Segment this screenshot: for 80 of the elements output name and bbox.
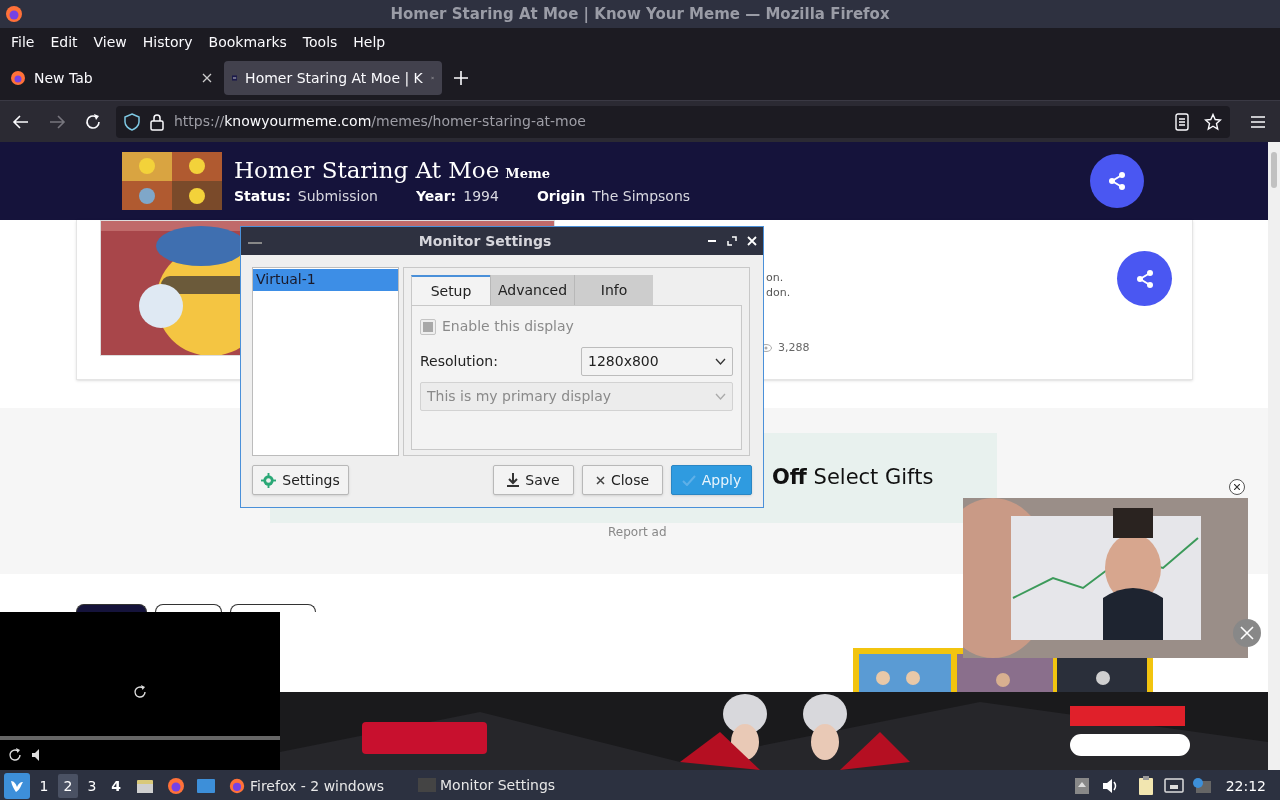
- share-button[interactable]: [1090, 154, 1144, 208]
- close-button[interactable]: Close: [582, 465, 663, 495]
- checkbox-label: Enable this display: [442, 317, 574, 336]
- reload-icon[interactable]: [8, 748, 22, 762]
- reload-icon[interactable]: [84, 112, 102, 131]
- resolution-label: Resolution:: [420, 352, 499, 371]
- back-icon[interactable]: [12, 112, 30, 131]
- menu-item[interactable]: View: [85, 31, 135, 53]
- maximize-icon[interactable]: [727, 236, 737, 246]
- taskbar-task[interactable]: Monitor Settings: [414, 770, 604, 800]
- meme-title: Homer Staring At Moe: [234, 155, 500, 184]
- menu-item[interactable]: Edit: [42, 31, 86, 53]
- menu-item[interactable]: Bookmarks: [200, 31, 295, 53]
- browser-tab[interactable]: Homer Staring At Moe | K: [224, 61, 442, 95]
- fact-label: Year:: [415, 186, 457, 206]
- bird-icon: [9, 778, 25, 794]
- menu-icon[interactable]: [1250, 114, 1266, 129]
- tab-label: Homer Staring At Moe | K: [245, 68, 423, 89]
- reload-icon[interactable]: [133, 685, 147, 699]
- speaker-icon[interactable]: [31, 748, 41, 762]
- scrollbar-thumb[interactable]: [1271, 152, 1277, 188]
- window-icon: [418, 778, 436, 792]
- file-manager-icon[interactable]: [136, 777, 154, 795]
- window-title: Homer Staring At Moe | Know Your Meme — Mozilla Firefox: [389, 3, 891, 25]
- clipboard-icon[interactable]: [1137, 776, 1154, 796]
- dialog-tab[interactable]: Setup: [411, 275, 490, 305]
- lock-icon[interactable]: [150, 112, 164, 131]
- dialog-tab[interactable]: Info: [574, 275, 653, 305]
- network-icon[interactable]: [1163, 777, 1184, 795]
- share-icon: [1107, 171, 1127, 191]
- ad-text: Off Select Gifts: [772, 464, 934, 492]
- menu-item[interactable]: Tools: [294, 31, 346, 53]
- save-button[interactable]: Save: [493, 465, 574, 495]
- firefox-icon[interactable]: [166, 776, 186, 796]
- share-icon: [1134, 268, 1155, 289]
- new-tab-icon[interactable]: [454, 71, 468, 85]
- clock: 22:12: [1225, 776, 1266, 796]
- description-text: don.: [766, 285, 791, 300]
- fact-value: Submission: [297, 186, 378, 206]
- resolution-dropdown[interactable]: 1280x800: [581, 347, 733, 376]
- description-text: on.: [766, 270, 785, 285]
- firefox-icon[interactable]: [4, 4, 24, 24]
- workspace-button[interactable]: 4: [106, 774, 126, 798]
- settings-button[interactable]: Settings: [252, 465, 349, 495]
- fact-value: The Simpsons: [592, 186, 691, 206]
- window-icon[interactable]: [196, 777, 216, 795]
- tab-label: New Tab: [34, 68, 94, 88]
- chevron-down-icon: [715, 358, 726, 365]
- workspace-button[interactable]: 3: [82, 774, 102, 798]
- monitor-list-item[interactable]: Virtual-1: [253, 269, 398, 291]
- fact-value: 1994: [463, 186, 499, 206]
- view-count: 3,288: [778, 340, 810, 356]
- star-icon[interactable]: [1204, 112, 1222, 131]
- forward-icon[interactable]: [48, 112, 66, 131]
- firefox-icon: [228, 777, 246, 795]
- address-bar[interactable]: https://knowyourmeme.com/memes/homer-staring-at-moe: [116, 105, 1230, 138]
- dialog-title: Monitor Settings: [417, 231, 553, 251]
- reader-view-icon[interactable]: [1174, 112, 1190, 131]
- url-text: https://knowyourmeme.com/memes/homer-staring-at-moe: [174, 112, 587, 131]
- start-button[interactable]: [4, 773, 30, 799]
- taskbar-task[interactable]: Firefox - 2 windows: [224, 770, 406, 800]
- fact-label: Origin: [536, 186, 586, 206]
- gear-icon: [261, 472, 277, 488]
- menu-item[interactable]: File: [3, 31, 43, 53]
- chevron-down-icon: [715, 393, 726, 400]
- menu-item[interactable]: History: [134, 31, 201, 53]
- eject-icon[interactable]: [1073, 777, 1090, 795]
- workspace-button[interactable]: 2: [58, 774, 78, 798]
- firefox-icon: [10, 70, 26, 86]
- workspace-button[interactable]: 1: [34, 774, 54, 798]
- browser-tab[interactable]: New Tab: [2, 61, 220, 95]
- download-icon: [507, 473, 520, 487]
- notification-icon[interactable]: [1191, 777, 1212, 795]
- dialog-tab[interactable]: Advanced: [490, 275, 574, 305]
- meme-type-label: Meme: [505, 164, 550, 183]
- pill-tab[interactable]: [230, 604, 316, 612]
- checkmark-icon: [681, 474, 696, 486]
- fact-label: Status:: [234, 186, 291, 206]
- shield-icon[interactable]: [124, 112, 140, 131]
- menu-item[interactable]: Help: [345, 31, 394, 53]
